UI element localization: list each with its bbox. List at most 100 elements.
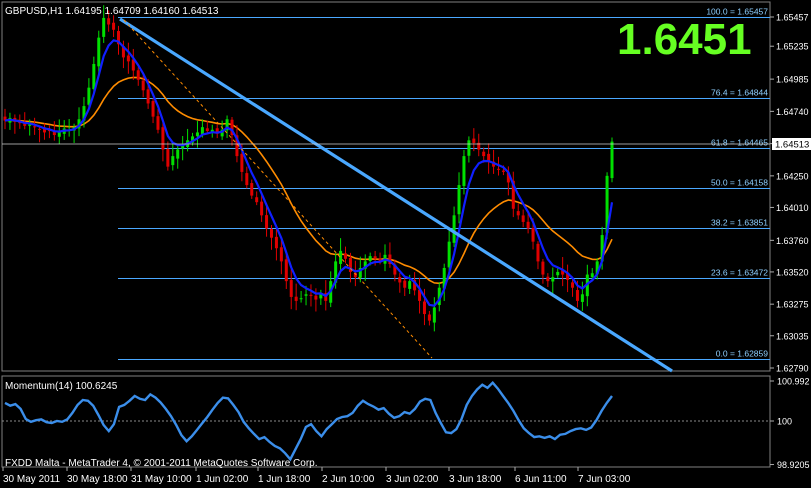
time-tick-label: 7 Jun 03:00 <box>578 474 631 485</box>
candle-body[interactable] <box>590 273 594 278</box>
candle-body[interactable] <box>176 149 180 159</box>
candle-body[interactable] <box>97 37 101 67</box>
candle-body[interactable] <box>57 132 61 137</box>
candle-body[interactable] <box>447 241 451 268</box>
candle-body[interactable] <box>274 236 278 249</box>
candle-body[interactable] <box>205 128 209 132</box>
fib-label: 76.4 = 1.64844 <box>711 88 768 98</box>
candle-body[interactable] <box>265 215 269 229</box>
candle-body[interactable] <box>462 156 466 186</box>
candle-body[interactable] <box>610 141 614 179</box>
candle-body[interactable] <box>536 243 540 262</box>
candle-body[interactable] <box>146 89 150 104</box>
fib-label: 50.0 = 1.64158 <box>711 178 768 188</box>
candles[interactable] <box>3 5 614 332</box>
candle-body[interactable] <box>580 294 584 302</box>
candle-body[interactable] <box>344 253 348 259</box>
candle-body[interactable] <box>166 149 170 167</box>
candle-body[interactable] <box>516 211 520 216</box>
candle-body[interactable] <box>92 63 96 90</box>
fib-label: 61.8 = 1.64465 <box>711 138 768 148</box>
time-axis: 30 May 2011 30 May 18:00 31 May 10:00 1 Jun… <box>2 467 631 485</box>
candle-body[interactable] <box>496 168 500 170</box>
momentum-title: Momentum(14) 100.6245 <box>5 381 118 392</box>
time-tick-label: 30 May 18:00 <box>67 474 128 485</box>
candle-body[interactable] <box>422 301 426 315</box>
chart-canvas[interactable]: 100.0 = 1.6545776.4 = 1.6484461.8 = 1.64… <box>0 0 811 488</box>
candle-body[interactable] <box>571 282 575 288</box>
candle-body[interactable] <box>299 298 303 300</box>
candle-body[interactable] <box>368 256 372 262</box>
candle-body[interactable] <box>314 295 318 300</box>
price-tick-label: 1.62790 <box>776 364 809 374</box>
candle-body[interactable] <box>245 173 249 186</box>
candle-body[interactable] <box>309 294 313 296</box>
candle-body[interactable] <box>33 126 37 128</box>
candle-body[interactable] <box>521 215 525 222</box>
candle-body[interactable] <box>427 314 431 321</box>
candle-body[interactable] <box>408 281 412 289</box>
momentum-axis: 100.992 100 98.9205 <box>770 377 810 470</box>
candle-body[interactable] <box>126 55 130 62</box>
candle-body[interactable] <box>432 307 436 323</box>
ma-fast-line[interactable] <box>4 39 614 307</box>
candle-body[interactable] <box>112 22 116 30</box>
ma-fast <box>4 39 614 307</box>
candle-body[interactable] <box>269 228 273 238</box>
chart-window[interactable]: { "header": { "symbol_info": "GBPUSD,H1 … <box>0 0 811 488</box>
candle-body[interactable] <box>304 294 308 296</box>
candle-body[interactable] <box>531 228 535 242</box>
big-price: 1.6451 <box>617 15 752 64</box>
fib-label: 38.2 = 1.63851 <box>711 218 768 228</box>
candle-body[interactable] <box>526 221 530 229</box>
candle-body[interactable] <box>136 70 140 80</box>
ma-slow <box>4 76 613 285</box>
price-tick-label: 1.65235 <box>776 42 809 52</box>
fib-label: 0.0 = 1.62859 <box>716 349 769 359</box>
price-tick-label: 1.64250 <box>776 171 809 181</box>
footer-copyright: FXDD Malta - MetaTrader 4, © 2001-2011 M… <box>5 458 318 469</box>
candle-body[interactable] <box>107 18 111 25</box>
candle-body[interactable] <box>373 256 377 259</box>
candle-body[interactable] <box>501 170 505 172</box>
candle-body[interactable] <box>452 215 456 243</box>
price-axis: 1.654571.652351.649851.647401.644951.642… <box>770 13 809 374</box>
momentum-line[interactable] <box>4 380 613 462</box>
candle-body[interactable] <box>467 140 471 156</box>
candle-body[interactable] <box>240 153 244 172</box>
candle-body[interactable] <box>250 183 254 196</box>
candle-body[interactable] <box>339 250 343 264</box>
candle-body[interactable] <box>141 80 145 91</box>
price-tick-label: 1.63035 <box>776 331 809 341</box>
candle-body[interactable] <box>195 132 199 137</box>
price-tick-label: 1.63275 <box>776 300 809 310</box>
time-tick-label: 3 Jun 18:00 <box>449 474 502 485</box>
candle-body[interactable] <box>171 156 175 166</box>
candle-body[interactable] <box>556 271 560 276</box>
candle-body[interactable] <box>279 247 283 262</box>
candle-body[interactable] <box>289 280 293 297</box>
candle-body[interactable] <box>255 197 259 203</box>
candle-body[interactable] <box>294 296 298 301</box>
candle-body[interactable] <box>541 261 545 275</box>
candle-body[interactable] <box>38 128 42 130</box>
candle-body[interactable] <box>151 101 155 117</box>
candle-body[interactable] <box>575 290 579 301</box>
candle-body[interactable] <box>102 17 106 37</box>
candle-body[interactable] <box>398 277 402 283</box>
candle-body[interactable] <box>546 276 550 282</box>
candle-body[interactable] <box>457 185 461 215</box>
ma-slow-line[interactable] <box>4 76 613 285</box>
momentum-tick-label: 100.992 <box>777 377 810 387</box>
candle-body[interactable] <box>284 259 288 282</box>
time-tick-label: 2 Jun 10:00 <box>322 474 375 485</box>
candle-body[interactable] <box>472 138 476 143</box>
price-tick-label: 1.64740 <box>776 107 809 117</box>
candle-body[interactable] <box>161 127 165 150</box>
candle-body[interactable] <box>403 280 407 288</box>
candle-body[interactable] <box>260 201 264 216</box>
candle-body[interactable] <box>482 151 486 157</box>
candle-body[interactable] <box>156 116 160 130</box>
candle-body[interactable] <box>551 277 555 282</box>
price-tick-label: 1.63760 <box>776 236 809 246</box>
